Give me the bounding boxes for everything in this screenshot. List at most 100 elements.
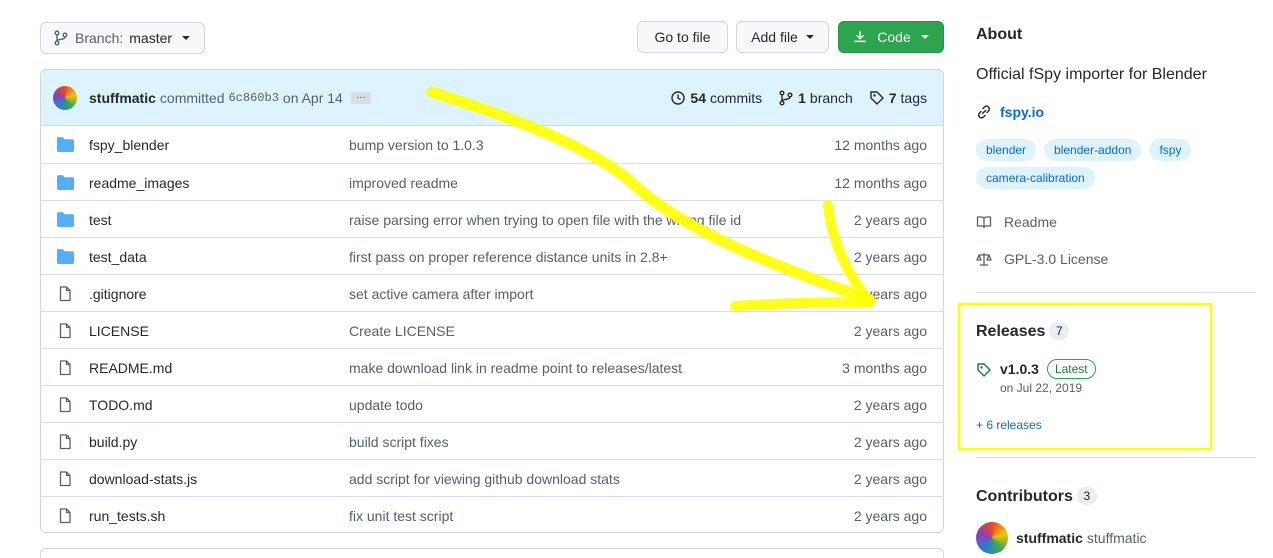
commit-message-link[interactable]: make download link in readme point to re… — [349, 360, 682, 376]
commit-message-link[interactable]: bump version to 1.0.3 — [349, 137, 484, 153]
add-file-button[interactable]: Add file — [736, 21, 829, 53]
chevron-down-icon — [920, 35, 929, 39]
commit-time: 2 years ago — [853, 323, 927, 339]
branch-prefix: Branch: — [75, 30, 124, 46]
release-date: on Jul 22, 2019 — [1000, 381, 1083, 395]
file-row[interactable]: TODO.md update todo 2 years ago — [41, 385, 943, 422]
avatar[interactable] — [53, 85, 77, 110]
readme-label: Readme — [1004, 214, 1057, 230]
topic-tag[interactable]: blender — [976, 139, 1037, 161]
code-button[interactable]: Code — [838, 21, 944, 53]
commit-message-link[interactable]: raise parsing error when trying to open … — [349, 212, 741, 228]
file-name-link[interactable]: test — [89, 212, 112, 228]
go-to-file-button[interactable]: Go to file — [637, 21, 728, 53]
file-name-link[interactable]: TODO.md — [89, 397, 153, 413]
branch-count: 1 — [798, 89, 806, 106]
commit-message-link[interactable]: set active camera after import — [349, 286, 533, 302]
file-name-link[interactable]: README.md — [89, 360, 172, 376]
sidebar-divider — [976, 292, 1256, 293]
tags-label: tags — [900, 89, 927, 106]
tag-icon — [977, 363, 991, 377]
file-name-link[interactable]: LICENSE — [89, 323, 149, 339]
file-row[interactable]: fspy_blender bump version to 1.0.3 12 mont… — [41, 126, 943, 163]
commits-link[interactable]: 54 commits — [670, 90, 762, 106]
latest-release[interactable]: v1.0.3 Latest on Jul 22, 2019 — [976, 359, 1096, 395]
website-link-text: fspy.io — [1000, 104, 1045, 120]
link-icon — [977, 105, 991, 119]
topic-tag[interactable]: blender-addon — [1044, 139, 1142, 161]
contributor-login: stuffmatic — [1016, 530, 1083, 546]
file-name-link[interactable]: build.py — [89, 434, 137, 450]
contributor-item[interactable]: stuffmatic stuffmatic — [976, 522, 1147, 554]
contributor-name: stuffmatic — [1086, 530, 1147, 546]
file-row[interactable]: test_data first pass on proper reference … — [41, 237, 943, 274]
commit-time: 3 months ago — [842, 360, 927, 376]
tag-icon — [870, 90, 884, 105]
commit-message-link[interactable]: build script fixes — [349, 434, 449, 450]
commit-message-link[interactable]: improved readme — [349, 175, 458, 191]
file-row[interactable]: .gitignore set active camera after import… — [41, 274, 943, 311]
go-to-file-label: Go to file — [654, 29, 711, 45]
tags-link[interactable]: 7 tags — [869, 90, 927, 106]
commit-author-link[interactable]: stuffmatic — [89, 90, 156, 106]
more-releases-link[interactable]: + 6 releases — [976, 418, 1042, 432]
commit-time: 2 years ago — [853, 397, 927, 413]
commit-message-link[interactable]: add script for viewing github download s… — [349, 471, 620, 487]
file-row[interactable]: test raise parsing error when trying to o… — [41, 200, 943, 237]
add-file-label: Add file — [751, 29, 798, 45]
git-branch-icon — [54, 30, 68, 46]
license-link[interactable]: GPL-3.0 License — [976, 251, 1108, 267]
git-branch-icon — [779, 90, 793, 105]
release-version: v1.0.3 — [1000, 361, 1039, 377]
download-icon — [854, 31, 867, 43]
file-row[interactable]: README.md make download link in readme po… — [41, 348, 943, 385]
tags-count: 7 — [888, 89, 897, 106]
file-name-link[interactable]: download-stats.js — [89, 471, 197, 487]
latest-commit-bar: stuffmatic committed 6c860b3 on Apr 14 …… — [41, 70, 943, 126]
commit-message-link[interactable]: fix unit test script — [349, 508, 453, 524]
commit-message-link[interactable]: update todo — [349, 397, 423, 413]
commit-verb: committed — [159, 89, 225, 106]
folder-icon — [57, 212, 74, 227]
commit-time: 2 years ago — [853, 434, 927, 450]
releases-heading[interactable]: Releases 7 — [976, 322, 1070, 341]
folder-icon — [57, 249, 74, 264]
readme-link[interactable]: Readme — [976, 214, 1057, 230]
commit-time: 12 months ago — [834, 137, 927, 153]
expand-commit-message-button[interactable]: … — [350, 90, 371, 104]
book-icon — [976, 216, 992, 229]
file-name-link[interactable]: fspy_blender — [89, 137, 169, 153]
website-link[interactable]: fspy.io — [976, 104, 1044, 120]
file-row[interactable]: LICENSE Create LICENSE 2 years ago — [41, 311, 943, 348]
branch-label: branch — [809, 89, 853, 106]
file-row[interactable]: download-stats.js add script for viewing … — [41, 459, 943, 496]
file-name-link[interactable]: test_data — [89, 249, 147, 265]
file-row[interactable]: build.py build script fixes 2 years ago — [41, 422, 943, 459]
commit-message-link[interactable]: Create LICENSE — [349, 323, 455, 339]
code-label: Code — [877, 29, 911, 45]
releases-title: Releases — [976, 323, 1046, 340]
contributors-heading[interactable]: Contributors 3 — [976, 487, 1097, 506]
file-list: fspy_blender bump version to 1.0.3 12 mont… — [41, 126, 943, 532]
file-name-link[interactable]: .gitignore — [89, 286, 147, 302]
commit-sha-link[interactable]: 6c860b3 — [228, 91, 278, 105]
file-name-link[interactable]: readme_images — [89, 175, 189, 191]
commits-count: 54 — [690, 89, 706, 106]
topic-tag[interactable]: camera-calibration — [976, 167, 1095, 189]
commit-time: 2 years ago — [853, 249, 927, 265]
license-label: GPL-3.0 License — [1004, 251, 1109, 267]
file-row[interactable]: run_tests.sh fix unit test script 2 years … — [41, 496, 943, 532]
file-icon — [57, 397, 74, 413]
commit-time: 2 years ago — [853, 212, 927, 228]
branches-link[interactable]: 1 branch — [778, 90, 853, 106]
file-icon — [57, 323, 74, 339]
about-heading: About — [976, 26, 1023, 43]
sidebar-divider — [976, 457, 1256, 458]
file-name-link[interactable]: run_tests.sh — [89, 508, 165, 524]
commit-time: 2 years ago — [853, 508, 927, 524]
file-row[interactable]: readme_images improved readme 12 months ag… — [41, 163, 943, 200]
topic-tag[interactable]: fspy — [1149, 139, 1192, 161]
branch-selector-button[interactable]: Branch: master — [40, 22, 205, 54]
commit-message-link[interactable]: first pass on proper reference distance … — [349, 249, 668, 265]
contributors-count: 3 — [1076, 487, 1097, 505]
